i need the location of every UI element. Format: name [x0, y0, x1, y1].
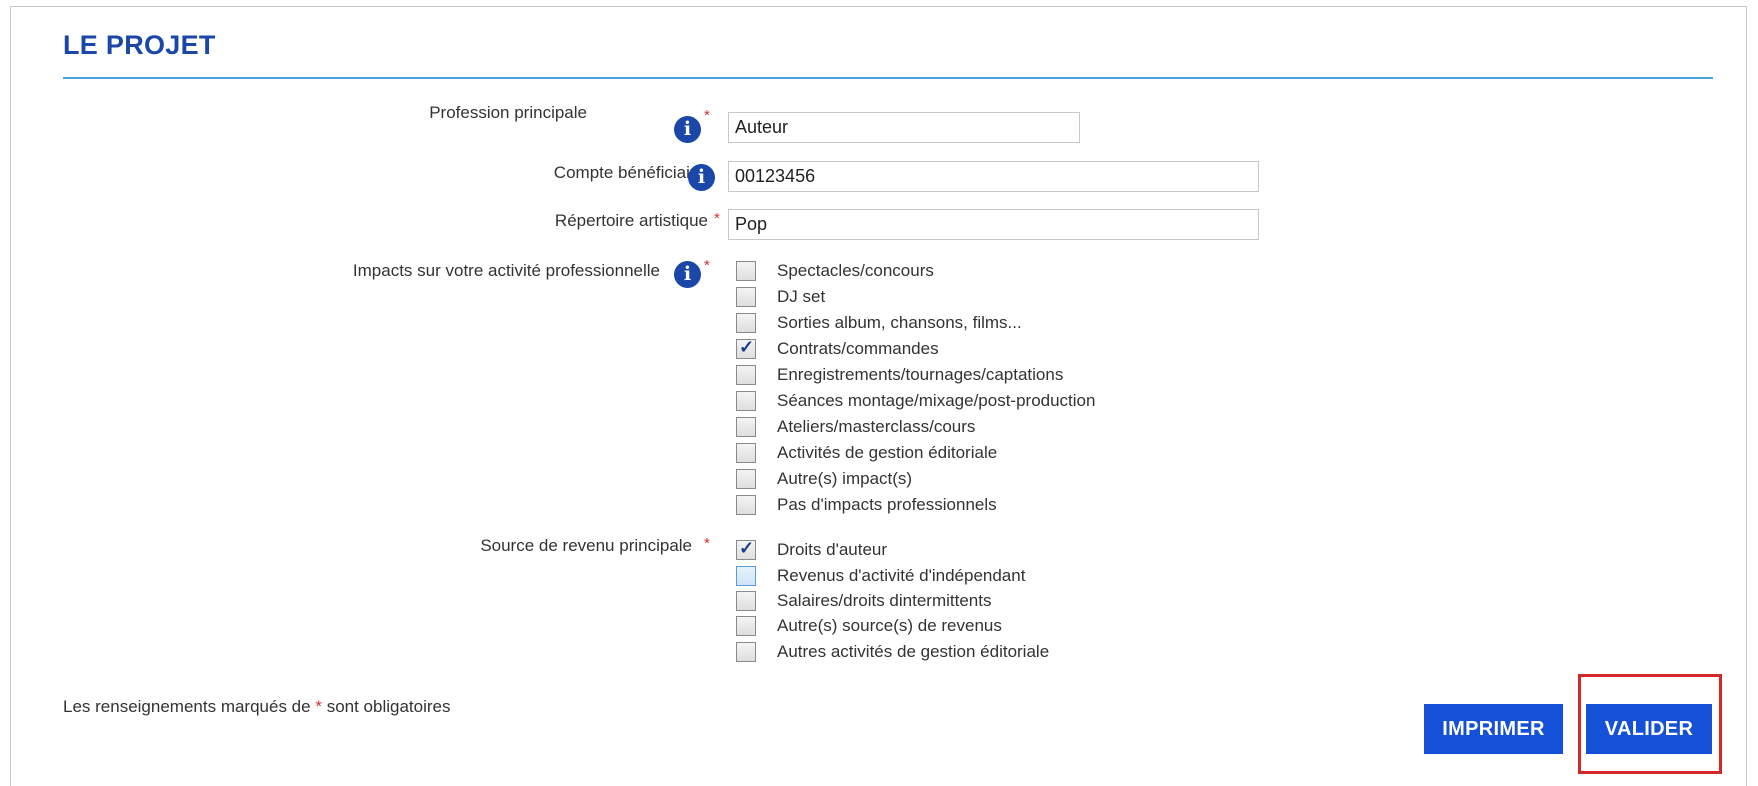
checkbox-option[interactable]: Autre(s) source(s) de revenus: [736, 615, 1002, 637]
checkbox-label: Contrats/commandes: [777, 339, 939, 358]
checkbox-label: Séances montage/mixage/post-production: [777, 391, 1096, 410]
compte-label: Compte bénéficiaire: [553, 163, 705, 182]
required-mark: *: [714, 210, 720, 227]
checkbox[interactable]: ✓: [736, 538, 756, 560]
checkbox-option[interactable]: Salaires/droits dintermittents: [736, 590, 991, 612]
print-button[interactable]: IMPRIMER: [1424, 704, 1563, 754]
checkbox-label: Pas d'impacts professionnels: [777, 495, 997, 514]
checkbox-label: Sorties album, chansons, films...: [777, 313, 1022, 332]
section-title: LE PROJET: [63, 30, 216, 60]
highlight-box: [1578, 674, 1722, 774]
checkbox-option[interactable]: Pas d'impacts professionnels: [736, 494, 997, 516]
checkbox-option[interactable]: Autre(s) impact(s): [736, 468, 912, 490]
checkbox[interactable]: [736, 391, 756, 411]
checkbox[interactable]: [736, 566, 756, 586]
checkbox[interactable]: [736, 443, 756, 463]
required-mark: *: [704, 107, 710, 124]
repertoire-label: Répertoire artistique: [554, 211, 708, 230]
checkbox-label: Salaires/droits dintermittents: [777, 591, 992, 610]
checkbox[interactable]: [736, 417, 756, 437]
profession-label: Profession principale: [429, 103, 587, 122]
info-icon[interactable]: i: [674, 116, 701, 143]
checkbox-label: Autre(s) source(s) de revenus: [777, 616, 1002, 635]
checkbox[interactable]: [736, 287, 756, 307]
checkbox-option[interactable]: ✓ Contrats/commandes: [736, 337, 939, 360]
check-icon: ✓: [739, 538, 755, 558]
checkbox-label: DJ set: [777, 287, 826, 306]
checkbox-option[interactable]: Revenus d'activité d'indépendant: [736, 565, 1025, 587]
checkbox-option[interactable]: Autres activités de gestion éditoriale: [736, 641, 1049, 663]
info-icon[interactable]: i: [688, 164, 715, 191]
checkbox[interactable]: ✓: [736, 337, 756, 359]
note-prefix: Les renseignements marqués de: [63, 697, 311, 716]
checkbox[interactable]: [736, 469, 756, 489]
checkbox-option[interactable]: Ateliers/masterclass/cours: [736, 416, 975, 438]
impacts-label: Impacts sur votre activité professionnel…: [352, 261, 660, 280]
checkbox-label: Spectacles/concours: [777, 261, 934, 280]
checkbox-label: Ateliers/masterclass/cours: [777, 417, 976, 436]
checkbox-label: Activités de gestion éditoriale: [777, 443, 998, 462]
checkbox[interactable]: [736, 365, 756, 385]
checkbox-option[interactable]: ✓ Droits d'auteur: [736, 538, 888, 561]
checkbox[interactable]: [736, 642, 756, 662]
required-mark: *: [315, 697, 322, 716]
checkbox-option[interactable]: Enregistrements/tournages/captations: [736, 364, 1063, 386]
checkbox-option[interactable]: Activités de gestion éditoriale: [736, 442, 997, 464]
checkbox-label: Autres activités de gestion éditoriale: [777, 642, 1050, 661]
profession-field[interactable]: Auteur: [728, 112, 1080, 143]
required-note: Les renseignements marqués de * sont obl…: [63, 697, 451, 717]
title-divider: [63, 77, 1713, 79]
checkbox-label: Enregistrements/tournages/captations: [777, 365, 1064, 384]
checkbox-label: Autre(s) impact(s): [777, 469, 913, 488]
checkbox-option[interactable]: DJ set: [736, 286, 825, 308]
checkbox-option[interactable]: Spectacles/concours: [736, 260, 934, 282]
checkbox-label: Droits d'auteur: [777, 540, 888, 559]
check-icon: ✓: [739, 337, 755, 357]
note-suffix: sont obligatoires: [326, 697, 451, 716]
required-mark: *: [704, 257, 710, 274]
checkbox[interactable]: [736, 261, 756, 281]
compte-field[interactable]: 00123456: [728, 161, 1259, 192]
checkbox[interactable]: [736, 495, 756, 515]
info-icon[interactable]: i: [674, 261, 701, 288]
revenu-label: Source de revenu principale: [480, 536, 692, 555]
checkbox[interactable]: [736, 591, 756, 611]
checkbox-option[interactable]: Séances montage/mixage/post-production: [736, 390, 1095, 412]
checkbox-label: Revenus d'activité d'indépendant: [777, 566, 1026, 585]
required-mark: *: [704, 535, 710, 552]
checkbox-option[interactable]: Sorties album, chansons, films...: [736, 312, 1022, 334]
repertoire-field[interactable]: Pop: [728, 209, 1259, 240]
checkbox[interactable]: [736, 313, 756, 333]
checkbox[interactable]: [736, 616, 756, 636]
